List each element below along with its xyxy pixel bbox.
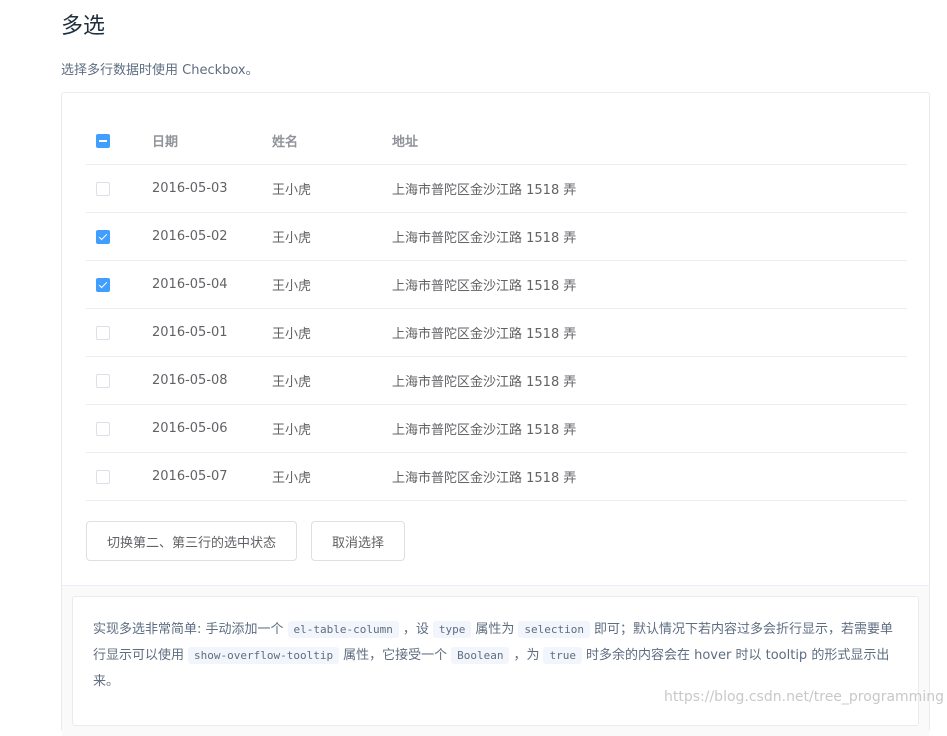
cell-date: 2016-05-06 bbox=[152, 421, 228, 436]
table-row[interactable]: 2016-05-03 王小虎 上海市普陀区金沙江路 1518 弄 bbox=[86, 165, 907, 213]
row-checkbox[interactable] bbox=[96, 469, 110, 484]
demo-meta: 实现多选非常简单: 手动添加一个 el-table-column ，设 type 属性为… bbox=[62, 585, 929, 736]
code-snippet: Boolean bbox=[451, 647, 510, 664]
cell-date: 2016-05-03 bbox=[152, 181, 228, 196]
cell-address: 上海市普陀区金沙江路 1518 弄 bbox=[392, 375, 577, 390]
table-row[interactable]: 2016-05-06 王小虎 上海市普陀区金沙江路 1518 弄 bbox=[86, 405, 907, 453]
watermark: https://blog.csdn.net/tree_programming bbox=[664, 689, 944, 705]
meta-text: 属性为 bbox=[475, 622, 515, 637]
cell-name: 王小虎 bbox=[272, 327, 312, 342]
cell-date: 2016-05-07 bbox=[152, 469, 228, 484]
row-checkbox[interactable] bbox=[96, 325, 110, 340]
clear-selection-button[interactable]: 取消选择 bbox=[311, 521, 406, 561]
code-snippet: el-table-column bbox=[287, 621, 399, 638]
table-row[interactable]: 2016-05-07 王小虎 上海市普陀区金沙江路 1518 弄 bbox=[86, 453, 907, 501]
select-all-checkbox[interactable] bbox=[96, 133, 110, 148]
data-table: 日期 姓名 地址 2016-05-03 王小虎 上海市普陀区金沙江路 1518 … bbox=[86, 117, 907, 501]
code-snippet: show-overflow-tooltip bbox=[188, 647, 340, 664]
row-checkbox[interactable] bbox=[96, 181, 110, 196]
cell-address: 上海市普陀区金沙江路 1518 弄 bbox=[392, 423, 577, 438]
row-checkbox[interactable] bbox=[96, 229, 110, 244]
row-checkbox[interactable] bbox=[96, 421, 110, 436]
cell-name: 王小虎 bbox=[272, 183, 312, 198]
demo-card: 日期 姓名 地址 2016-05-03 王小虎 上海市普陀区金沙江路 1518 … bbox=[61, 92, 930, 736]
toggle-selection-button[interactable]: 切换第二、第三行的选中状态 bbox=[86, 521, 298, 561]
cell-name: 王小虎 bbox=[272, 375, 312, 390]
code-snippet: type bbox=[432, 621, 472, 638]
cell-date: 2016-05-02 bbox=[152, 229, 228, 244]
meta-text: ，设 bbox=[402, 622, 429, 637]
table-row[interactable]: 2016-05-08 王小虎 上海市普陀区金沙江路 1518 弄 bbox=[86, 357, 907, 405]
column-header-name[interactable]: 姓名 bbox=[272, 131, 392, 150]
page-description: 选择多行数据时使用 Checkbox。 bbox=[61, 63, 259, 78]
cell-address: 上海市普陀区金沙江路 1518 弄 bbox=[392, 327, 577, 342]
cell-name: 王小虎 bbox=[272, 279, 312, 294]
table-row[interactable]: 2016-05-02 王小虎 上海市普陀区金沙江路 1518 弄 bbox=[86, 213, 907, 261]
column-header-address[interactable]: 地址 bbox=[392, 131, 907, 150]
table-row[interactable]: 2016-05-01 王小虎 上海市普陀区金沙江路 1518 弄 bbox=[86, 309, 907, 357]
table-row[interactable]: 2016-05-04 王小虎 上海市普陀区金沙江路 1518 弄 bbox=[86, 261, 907, 309]
cell-date: 2016-05-01 bbox=[152, 325, 228, 340]
cell-address: 上海市普陀区金沙江路 1518 弄 bbox=[392, 279, 577, 294]
cell-address: 上海市普陀区金沙江路 1518 弄 bbox=[392, 183, 577, 198]
code-snippet: selection bbox=[518, 621, 590, 638]
cell-address: 上海市普陀区金沙江路 1518 弄 bbox=[392, 231, 577, 246]
row-checkbox[interactable] bbox=[96, 277, 110, 292]
row-checkbox[interactable] bbox=[96, 373, 110, 388]
cell-address: 上海市普陀区金沙江路 1518 弄 bbox=[392, 471, 577, 486]
meta-text: 属性，它接受一个 bbox=[343, 648, 448, 663]
page-title: 多选 bbox=[61, 14, 106, 39]
column-header-date[interactable]: 日期 bbox=[152, 131, 272, 150]
demo-description: 实现多选非常简单: 手动添加一个 el-table-column ，设 type 属性为… bbox=[72, 596, 919, 726]
button-group: 切换第二、第三行的选中状态 取消选择 bbox=[86, 521, 406, 561]
table-header-row: 日期 姓名 地址 bbox=[86, 117, 907, 165]
meta-text: ，为 bbox=[513, 648, 540, 663]
cell-date: 2016-05-08 bbox=[152, 373, 228, 388]
cell-name: 王小虎 bbox=[272, 471, 312, 486]
cell-name: 王小虎 bbox=[272, 423, 312, 438]
header-check-cell bbox=[86, 133, 152, 148]
cell-date: 2016-05-04 bbox=[152, 277, 228, 292]
code-snippet: true bbox=[543, 647, 582, 664]
cell-name: 王小虎 bbox=[272, 231, 312, 246]
meta-text: 实现多选非常简单: 手动添加一个 bbox=[93, 622, 284, 637]
